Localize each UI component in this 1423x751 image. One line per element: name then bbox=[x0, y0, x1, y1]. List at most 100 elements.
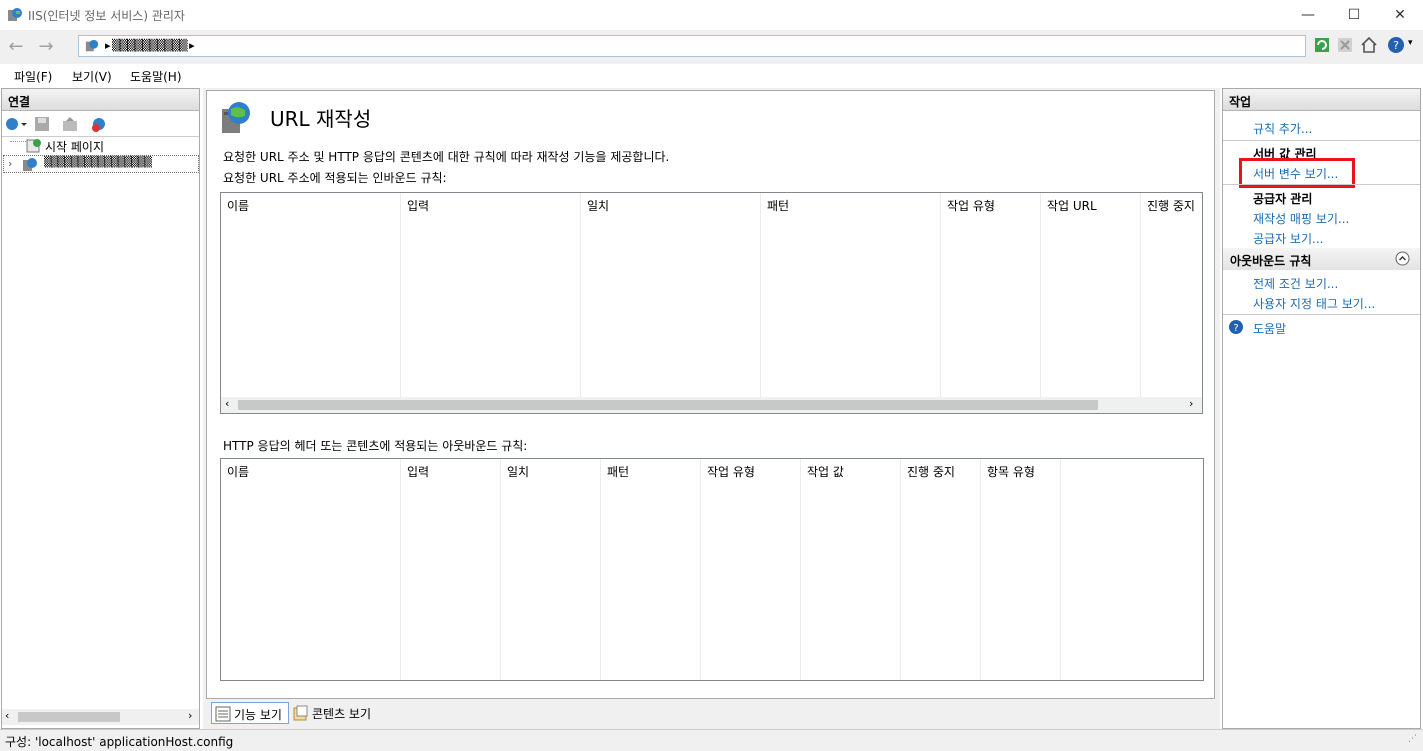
col-header[interactable]: 일치 bbox=[507, 463, 529, 480]
maximize-button[interactable]: ☐ bbox=[1331, 0, 1377, 30]
col-header[interactable]: 진행 중지 bbox=[907, 463, 955, 480]
help-link[interactable]: 도움말 bbox=[1253, 320, 1286, 337]
svg-text:?: ? bbox=[1233, 323, 1238, 334]
window-title: IIS(인터넷 정보 서비스) 관리자 bbox=[28, 9, 185, 23]
actions-header: 작업 bbox=[1223, 89, 1420, 111]
col-entry-type[interactable]: 항목 유형 bbox=[981, 459, 1061, 680]
col-name[interactable]: 이름 bbox=[221, 193, 401, 413]
connections-toolbar bbox=[2, 111, 199, 137]
disconnect-icon[interactable] bbox=[90, 116, 108, 132]
col-action-value[interactable]: 작업 값 bbox=[801, 459, 901, 680]
view-rewrite-maps-link[interactable]: 재작성 매핑 보기... bbox=[1253, 210, 1349, 227]
help-icon[interactable]: ? bbox=[1228, 319, 1244, 335]
status-bar: 구성: 'localhost' applicationHost.config ⋰ bbox=[0, 729, 1423, 751]
help-icon[interactable]: ? bbox=[1387, 36, 1405, 54]
menu-view[interactable]: 보기(V) bbox=[72, 68, 112, 85]
actions-panel: 작업 규칙 추가... 서버 값 관리 서버 변수 보기... 공급자 관리 재… bbox=[1222, 88, 1421, 729]
col-match[interactable]: 일치 bbox=[581, 193, 761, 413]
svg-text:?: ? bbox=[1393, 39, 1399, 52]
tree-item-server[interactable]: › ▒▒▒▒▒▒▒▒▒▒▒▒▒▒▒▒ bbox=[3, 155, 199, 173]
left-hscrollbar[interactable]: ‹ › bbox=[2, 709, 199, 725]
inbound-label: 요청한 URL 주소에 적용되는 인바운드 규칙: bbox=[223, 171, 447, 185]
iis-app-icon bbox=[8, 8, 22, 21]
col-header[interactable]: 패턴 bbox=[607, 463, 629, 480]
col-name[interactable]: 이름 bbox=[221, 459, 401, 680]
col-header[interactable]: 일치 bbox=[587, 197, 609, 214]
menu-help[interactable]: 도움말(H) bbox=[130, 68, 182, 85]
col-pattern[interactable]: 패턴 bbox=[601, 459, 701, 680]
scroll-thumb[interactable] bbox=[18, 712, 120, 722]
connections-header: 연결 bbox=[2, 89, 199, 111]
menu-bar bbox=[0, 64, 1423, 88]
back-button[interactable]: ← bbox=[3, 33, 29, 59]
home-icon[interactable] bbox=[1360, 36, 1378, 54]
col-input[interactable]: 입력 bbox=[401, 459, 501, 680]
resize-grip-icon[interactable]: ⋰ bbox=[1408, 734, 1417, 744]
col-header[interactable]: 작업 유형 bbox=[947, 197, 995, 214]
view-providers-link[interactable]: 공급자 보기... bbox=[1253, 230, 1323, 247]
tab-content-view[interactable]: 콘텐츠 보기 bbox=[292, 702, 382, 724]
menu-file[interactable]: 파일(F) bbox=[14, 68, 52, 85]
scroll-right-icon[interactable]: › bbox=[188, 709, 192, 722]
col-header[interactable]: 입력 bbox=[407, 463, 429, 480]
inbound-hscrollbar[interactable]: ‹ › bbox=[221, 397, 1202, 413]
status-text: 구성: 'localhost' applicationHost.config bbox=[5, 735, 234, 749]
col-action-type[interactable]: 작업 유형 bbox=[701, 459, 801, 680]
col-stop-processing[interactable]: 진행 중지 bbox=[1141, 193, 1202, 413]
scroll-left-icon[interactable]: ‹ bbox=[225, 397, 229, 410]
add-rule-link[interactable]: 규칙 추가... bbox=[1253, 120, 1312, 137]
scroll-right-icon[interactable]: › bbox=[1189, 397, 1193, 410]
tab-feature-view-label: 기능 보기 bbox=[234, 708, 282, 722]
forward-button[interactable]: → bbox=[33, 33, 59, 59]
expand-chevron-icon[interactable]: › bbox=[8, 157, 12, 170]
col-header[interactable]: 항목 유형 bbox=[987, 463, 1035, 480]
outbound-label: HTTP 응답의 헤더 또는 콘텐츠에 적용되는 아웃바운드 규칙: bbox=[223, 439, 528, 453]
view-preconditions-link[interactable]: 전제 조건 보기... bbox=[1253, 275, 1338, 292]
stop-icon[interactable] bbox=[1337, 37, 1353, 53]
col-header[interactable]: 작업 값 bbox=[807, 463, 844, 480]
address-path-text: ▸ ▒▒▒▒▒▒▒▒▒▒ ▸ bbox=[105, 39, 195, 52]
connections-panel: 연결 시작 페이지 › ▒▒▒▒▒▒▒▒▒▒▒▒▒▒▒▒ ‹ › bbox=[1, 88, 200, 729]
refresh-icon[interactable] bbox=[1314, 37, 1330, 53]
col-header[interactable]: 패턴 bbox=[767, 197, 789, 214]
title-bar: IIS(인터넷 정보 서비스) 관리자 — ☐ ✕ bbox=[0, 0, 1423, 30]
content-view-icon bbox=[293, 705, 308, 721]
save-icon[interactable] bbox=[34, 116, 50, 132]
col-input[interactable]: 입력 bbox=[401, 193, 581, 413]
col-header[interactable]: 진행 중지 bbox=[1147, 197, 1195, 214]
inbound-rules-grid[interactable]: 이름 입력 일치 패턴 작업 유형 작업 URL 진행 중지 ‹ › bbox=[220, 192, 1203, 414]
tab-feature-view[interactable]: 기능 보기 bbox=[211, 702, 289, 724]
feature-view-icon bbox=[215, 706, 231, 722]
view-custom-tags-link[interactable]: 사용자 지정 태그 보기... bbox=[1253, 295, 1375, 312]
collapse-icon[interactable] bbox=[1395, 251, 1410, 266]
scroll-left-icon[interactable]: ‹ bbox=[5, 709, 9, 722]
col-action-url[interactable]: 작업 URL bbox=[1041, 193, 1141, 413]
start-page-icon bbox=[26, 139, 41, 153]
feature-description: 요청한 URL 주소 및 HTTP 응답의 콘텐츠에 대한 규칙에 따라 재작성… bbox=[223, 150, 670, 164]
scroll-thumb[interactable] bbox=[238, 400, 1098, 410]
tab-content-view-label: 콘텐츠 보기 bbox=[312, 707, 372, 721]
feature-panel: URL 재작성 요청한 URL 주소 및 HTTP 응답의 콘텐츠에 대한 규칙… bbox=[206, 90, 1215, 699]
col-match[interactable]: 일치 bbox=[501, 459, 601, 680]
col-header[interactable]: 작업 유형 bbox=[707, 463, 755, 480]
outbound-rules-grid[interactable]: 이름 입력 일치 패턴 작업 유형 작업 값 진행 중지 항목 유형 bbox=[220, 458, 1204, 681]
server-icon bbox=[23, 158, 37, 171]
tree-line bbox=[10, 141, 26, 142]
col-header[interactable]: 입력 bbox=[407, 197, 429, 214]
col-header[interactable]: 이름 bbox=[227, 197, 249, 214]
col-header[interactable]: 이름 bbox=[227, 463, 249, 480]
chevron-down-icon[interactable]: ▾ bbox=[1408, 38, 1413, 48]
address-path[interactable]: ▸ ▒▒▒▒▒▒▒▒▒▒ ▸ bbox=[78, 35, 1306, 57]
connect-icon[interactable] bbox=[4, 116, 28, 132]
outbound-section-header[interactable]: 아웃바운드 규칙 bbox=[1223, 248, 1420, 270]
tree-item-start-page[interactable]: 시작 페이지 bbox=[45, 138, 104, 155]
minimize-button[interactable]: — bbox=[1285, 0, 1331, 30]
divider bbox=[1223, 184, 1420, 185]
col-header[interactable]: 작업 URL bbox=[1047, 197, 1097, 214]
col-action-type[interactable]: 작업 유형 bbox=[941, 193, 1041, 413]
col-stop-processing[interactable]: 진행 중지 bbox=[901, 459, 981, 680]
col-pattern[interactable]: 패턴 bbox=[761, 193, 941, 413]
up-level-icon[interactable] bbox=[62, 116, 78, 132]
url-rewrite-icon bbox=[222, 102, 250, 133]
close-button[interactable]: ✕ bbox=[1377, 0, 1423, 30]
